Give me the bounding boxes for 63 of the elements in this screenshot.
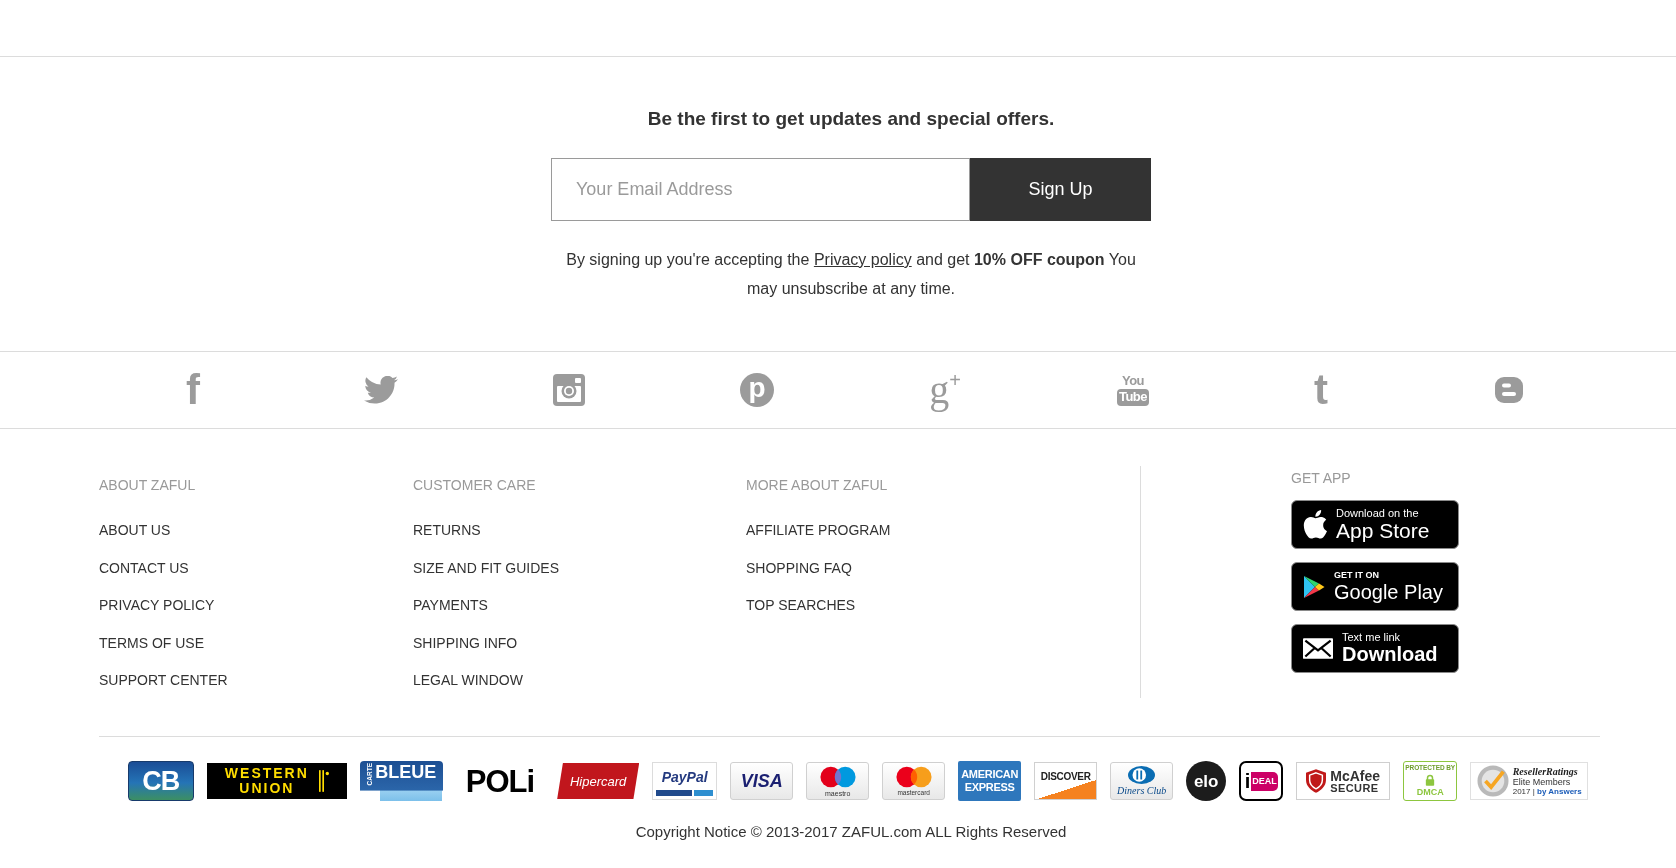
footer-link[interactable]: RETURNS: [413, 520, 481, 540]
column-heading: ABOUT ZAFUL: [99, 476, 196, 495]
footer-link[interactable]: PRIVACY POLICY: [99, 595, 215, 615]
logo-text: McAfee: [1330, 768, 1381, 783]
logo-text: SECURE: [1330, 782, 1379, 794]
payment-logo: elo: [1186, 761, 1227, 801]
column-heading: MORE ABOUT ZAFUL: [746, 476, 888, 495]
rounded-square-icon: [1495, 377, 1523, 403]
footer-link[interactable]: LEGAL WINDOW: [413, 670, 523, 690]
footer-link[interactable]: TERMS OF USE: [99, 632, 204, 653]
column-heading: GET APP: [1291, 469, 1351, 488]
logo-text: WESTERN: [224, 766, 309, 781]
footer-link[interactable]: PAYMENTS: [413, 595, 488, 615]
newsletter-heading: Be the first to get updates and special offers.: [647, 107, 1055, 131]
envelope-icon: [1303, 638, 1333, 659]
payment-logo: PayPal: [652, 762, 718, 800]
shield-icon: [1306, 769, 1327, 793]
copyright-text: Copyright Notice © 2013-2017 ZAFUL.com ALL Rights Reserved: [635, 822, 1067, 842]
sign-up-button[interactable]: Sign Up: [970, 158, 1151, 221]
social-link[interactable]: [553, 374, 585, 406]
apple-icon: [1303, 509, 1327, 540]
bars-icon: [318, 769, 329, 793]
payment-logo: VISA: [730, 762, 794, 800]
camera-icon: [553, 374, 585, 406]
privacy-link[interactable]: Privacy policy: [813, 251, 912, 268]
logo-text: AMERICAN: [961, 768, 1019, 781]
bird-icon: [364, 376, 398, 404]
footer-link[interactable]: SIZE AND FIT GUIDES: [413, 557, 559, 578]
download-badge[interactable]: GET IT ON Google Play: [1291, 562, 1459, 611]
payment-logo: CB: [127, 761, 194, 801]
footer-link[interactable]: AFFILIATE PROGRAM: [746, 520, 891, 540]
logo-text: BLEUE: [375, 763, 437, 781]
disc-icon: [1128, 766, 1156, 784]
footer-link[interactable]: SHIPPING INFO: [413, 632, 518, 653]
column-heading: CUSTOMER CARE: [413, 476, 536, 495]
logo-text: EXPRESS: [964, 781, 1015, 794]
circles-icon: [895, 765, 932, 788]
lock-icon: [1425, 773, 1436, 786]
logo-text: 2017 | by Answers: [1512, 786, 1582, 797]
email-field[interactable]: Your Email Address: [551, 158, 970, 221]
logo-text: DMCA: [1416, 787, 1444, 797]
play-icon: [1303, 574, 1325, 599]
payment-logo: Hipercard: [557, 763, 640, 799]
logo-text: DEAL: [1251, 771, 1278, 791]
footer-link[interactable]: CONTACT US: [99, 557, 189, 578]
logo-text: Diners Club: [1117, 786, 1167, 796]
circles-icon: [819, 765, 856, 788]
footer-link[interactable]: SUPPORT CENTER: [99, 670, 228, 690]
social-link[interactable]: [364, 376, 398, 404]
payment-logo: DISCOVER: [1034, 762, 1098, 800]
footer-link[interactable]: ABOUT US: [99, 520, 171, 540]
check-seal-icon: [1476, 765, 1509, 797]
logo-text: i: [1244, 771, 1251, 791]
footer-link[interactable]: SHOPPING FAQ: [746, 557, 852, 578]
download-badge[interactable]: Text me link Download: [1291, 624, 1459, 673]
payment-logo: POLi: [465, 762, 535, 800]
logo-text: ResellerRatings: [1512, 765, 1578, 777]
download-badge[interactable]: Download on the App Store: [1291, 500, 1459, 549]
logo-text: UNION: [239, 781, 295, 796]
footer-link[interactable]: TOP SEARCHES: [746, 595, 856, 615]
signup-disclaimer: By signing up you're accepting the Privacy policy and get 10% OFF coupon You may unsubscribe at any time.: [565, 250, 1137, 299]
social-link[interactable]: [1495, 377, 1523, 403]
logo-text: Elite Members: [1512, 776, 1571, 787]
